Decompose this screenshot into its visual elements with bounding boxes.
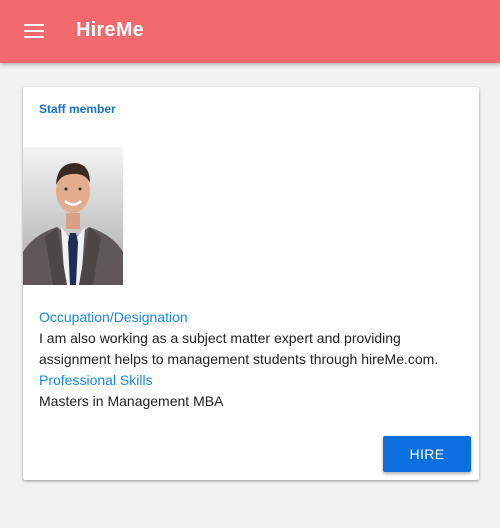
occupation-label: Occupation/Designation — [39, 309, 188, 325]
skills-value: Masters in Management MBA — [39, 393, 224, 409]
skills-label: Professional Skills — [39, 372, 153, 388]
app-bar: HireMe — [0, 0, 500, 63]
hamburger-menu-icon[interactable] — [24, 22, 44, 40]
staff-card: Staff member Occupation/Designation I am… — [23, 87, 479, 480]
hire-button[interactable]: HIRE — [383, 436, 471, 472]
card-header: Staff member — [39, 102, 116, 116]
app-title: HireMe — [76, 19, 144, 41]
occupation-value: I am also working as a subject matter ex… — [39, 330, 439, 367]
profile-photo — [23, 147, 123, 285]
